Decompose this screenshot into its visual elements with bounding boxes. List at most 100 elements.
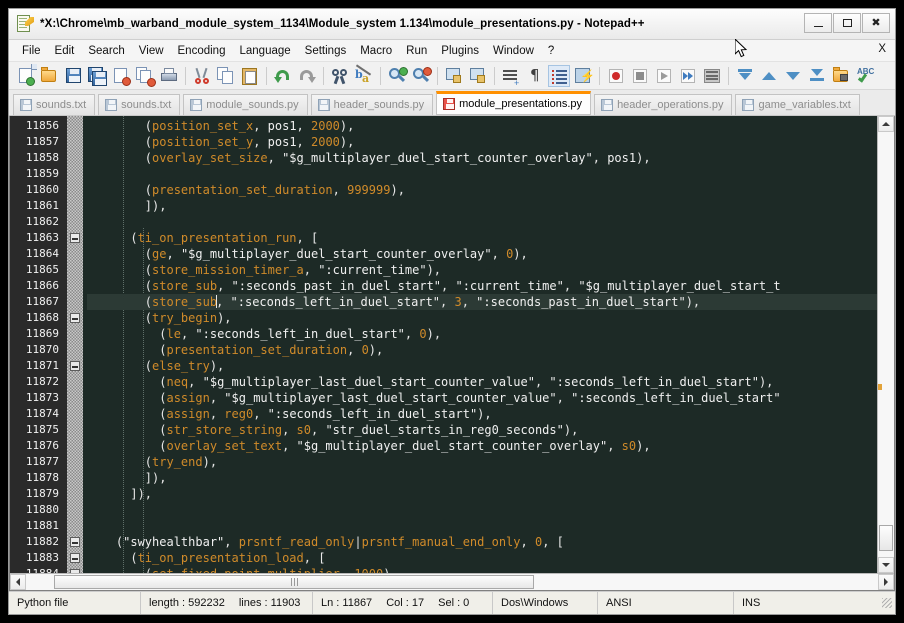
menu-run[interactable]: Run <box>399 43 434 59</box>
run-macro-multiple-icon[interactable] <box>677 65 699 87</box>
code-line[interactable]: (store_sub, ":seconds_past_in_duel_start… <box>87 278 877 294</box>
collapse-all-icon[interactable] <box>734 65 756 87</box>
horizontal-scroll-track[interactable] <box>26 574 878 590</box>
word-wrap-icon[interactable]: + <box>500 65 522 88</box>
code-line[interactable] <box>87 502 877 518</box>
show-indent-guide-icon[interactable] <box>548 64 570 87</box>
menu-encoding[interactable]: Encoding <box>171 43 233 59</box>
open-file-icon[interactable] <box>38 65 60 87</box>
menu-file[interactable]: File <box>15 43 48 59</box>
code-line[interactable]: (presentation_set_duration, 999999), <box>87 182 877 198</box>
code-line[interactable]: (neq, "$g_multiplayer_last_duel_start_co… <box>87 374 877 390</box>
code-line[interactable]: (assign, "$g_multiplayer_last_duel_start… <box>87 390 877 406</box>
code-line[interactable]: ]), <box>87 198 877 214</box>
fold-collapse-box[interactable] <box>70 569 80 573</box>
copy-icon[interactable] <box>215 65 237 87</box>
code-line[interactable]: (store_mission_timer_a, ":current_time")… <box>87 262 877 278</box>
save-icon[interactable] <box>62 65 84 87</box>
code-line[interactable]: (set_fixed_point_multiplier, 1000), <box>87 566 877 573</box>
code-line[interactable]: (else_try), <box>87 358 877 374</box>
tab-module-presentations-py[interactable]: module_presentations.py <box>436 91 592 115</box>
paste-icon[interactable] <box>239 65 261 87</box>
save-all-icon[interactable] <box>86 65 108 87</box>
code-line[interactable]: (str_store_string, s0, "str_duel_starts_… <box>87 422 877 438</box>
fold-collapse-box[interactable] <box>70 313 80 323</box>
menu-help[interactable]: ? <box>541 43 561 59</box>
show-all-characters-icon[interactable]: ¶ <box>524 65 546 87</box>
code-line[interactable]: ("swyhealthbar", prsntf_read_only|prsntf… <box>87 534 877 550</box>
undo-icon[interactable] <box>272 65 294 87</box>
code-line[interactable]: (try_end), <box>87 454 877 470</box>
tab-module-sounds-py[interactable]: module_sounds.py <box>183 94 308 115</box>
status-insert-mode[interactable]: INS <box>734 592 895 614</box>
code-line[interactable]: (overlay_set_size, "$g_multiplayer_duel_… <box>87 150 877 166</box>
code-line[interactable]: (try_begin), <box>87 310 877 326</box>
scroll-down-button[interactable] <box>878 557 894 573</box>
fold-collapse-box[interactable] <box>70 233 80 243</box>
maximize-button[interactable] <box>833 13 861 33</box>
menu-view[interactable]: View <box>132 43 171 59</box>
menu-edit[interactable]: Edit <box>48 43 82 59</box>
code-line[interactable]: (ti_on_presentation_load, [ <box>87 550 877 566</box>
resize-grip[interactable] <box>882 598 892 608</box>
vertical-scroll-track[interactable] <box>878 132 894 557</box>
code-area[interactable]: (position_set_x, pos1, 2000), (position_… <box>83 116 877 573</box>
close-all-files-icon[interactable] <box>134 65 156 87</box>
menu-language[interactable]: Language <box>232 43 297 59</box>
find-icon[interactable] <box>329 65 351 87</box>
status-eol-format[interactable]: Dos\Windows <box>493 592 598 614</box>
code-line[interactable]: (ti_on_presentation_run, [ <box>87 230 877 246</box>
code-line[interactable]: (presentation_set_duration, 0), <box>87 342 877 358</box>
menu-search[interactable]: Search <box>81 43 131 59</box>
save-macro-icon[interactable] <box>701 65 723 87</box>
expand-all-icon[interactable] <box>806 65 828 87</box>
code-line[interactable]: (position_set_x, pos1, 2000), <box>87 118 877 134</box>
print-icon[interactable] <box>158 65 180 87</box>
tab-game-variables-txt[interactable]: game_variables.txt <box>735 94 860 115</box>
close-button[interactable]: ✖ <box>862 13 890 33</box>
close-document-button[interactable]: X <box>878 43 886 55</box>
code-line[interactable]: (ge, "$g_multiplayer_duel_start_counter_… <box>87 246 877 262</box>
menu-plugins[interactable]: Plugins <box>434 43 486 59</box>
code-line[interactable] <box>87 214 877 230</box>
zoom-in-icon[interactable] <box>386 65 408 87</box>
vertical-scroll-thumb[interactable] <box>879 525 893 551</box>
menu-settings[interactable]: Settings <box>298 43 354 59</box>
zoom-out-icon[interactable] <box>410 65 432 87</box>
fold-collapse-box[interactable] <box>70 553 80 563</box>
code-line[interactable] <box>87 518 877 534</box>
code-text[interactable]: (position_set_x, pos1, 2000), (position_… <box>83 118 877 573</box>
vertical-scrollbar[interactable] <box>877 116 894 573</box>
cut-icon[interactable] <box>191 65 213 87</box>
code-line[interactable]: ]), <box>87 470 877 486</box>
tab-header-operations-py[interactable]: header_operations.py <box>594 94 733 115</box>
code-line[interactable]: (le, ":seconds_left_in_duel_start", 0), <box>87 326 877 342</box>
stop-record-macro-icon[interactable] <box>629 65 651 87</box>
code-line[interactable]: ]), <box>87 486 877 502</box>
code-line[interactable]: (store_sub, ":seconds_left_in_duel_start… <box>87 294 877 310</box>
code-line[interactable]: (overlay_set_text, "$g_multiplayer_duel_… <box>87 438 877 454</box>
menu-macro[interactable]: Macro <box>353 43 399 59</box>
new-file-icon[interactable] <box>14 63 37 87</box>
horizontal-scroll-thumb[interactable] <box>54 575 534 589</box>
fold-collapse-box[interactable] <box>70 361 80 371</box>
tab-header-sounds-py[interactable]: header_sounds.py <box>310 94 434 115</box>
tab-sounds-txt-2[interactable]: sounds.txt <box>98 94 181 115</box>
document-map-icon[interactable] <box>830 65 852 87</box>
scroll-right-button[interactable] <box>878 574 894 590</box>
fold-one-level-icon[interactable] <box>758 65 780 87</box>
scroll-left-button[interactable] <box>10 574 26 590</box>
sync-horizontal-scroll-icon[interactable] <box>467 65 489 87</box>
code-line[interactable]: (assign, reg0, ":seconds_left_in_duel_st… <box>87 406 877 422</box>
status-encoding[interactable]: ANSI <box>598 592 734 614</box>
redo-icon[interactable] <box>296 65 318 87</box>
code-line[interactable] <box>87 166 877 182</box>
fold-margin[interactable] <box>67 116 83 573</box>
minimize-button[interactable] <box>804 13 832 33</box>
close-file-icon[interactable] <box>110 65 132 87</box>
replace-icon[interactable]: b a <box>353 63 375 87</box>
horizontal-scrollbar[interactable] <box>10 573 894 590</box>
unfold-one-level-icon[interactable] <box>782 65 804 87</box>
user-defined-language-icon[interactable]: ⚡ <box>572 65 595 87</box>
scroll-up-button[interactable] <box>878 116 894 132</box>
